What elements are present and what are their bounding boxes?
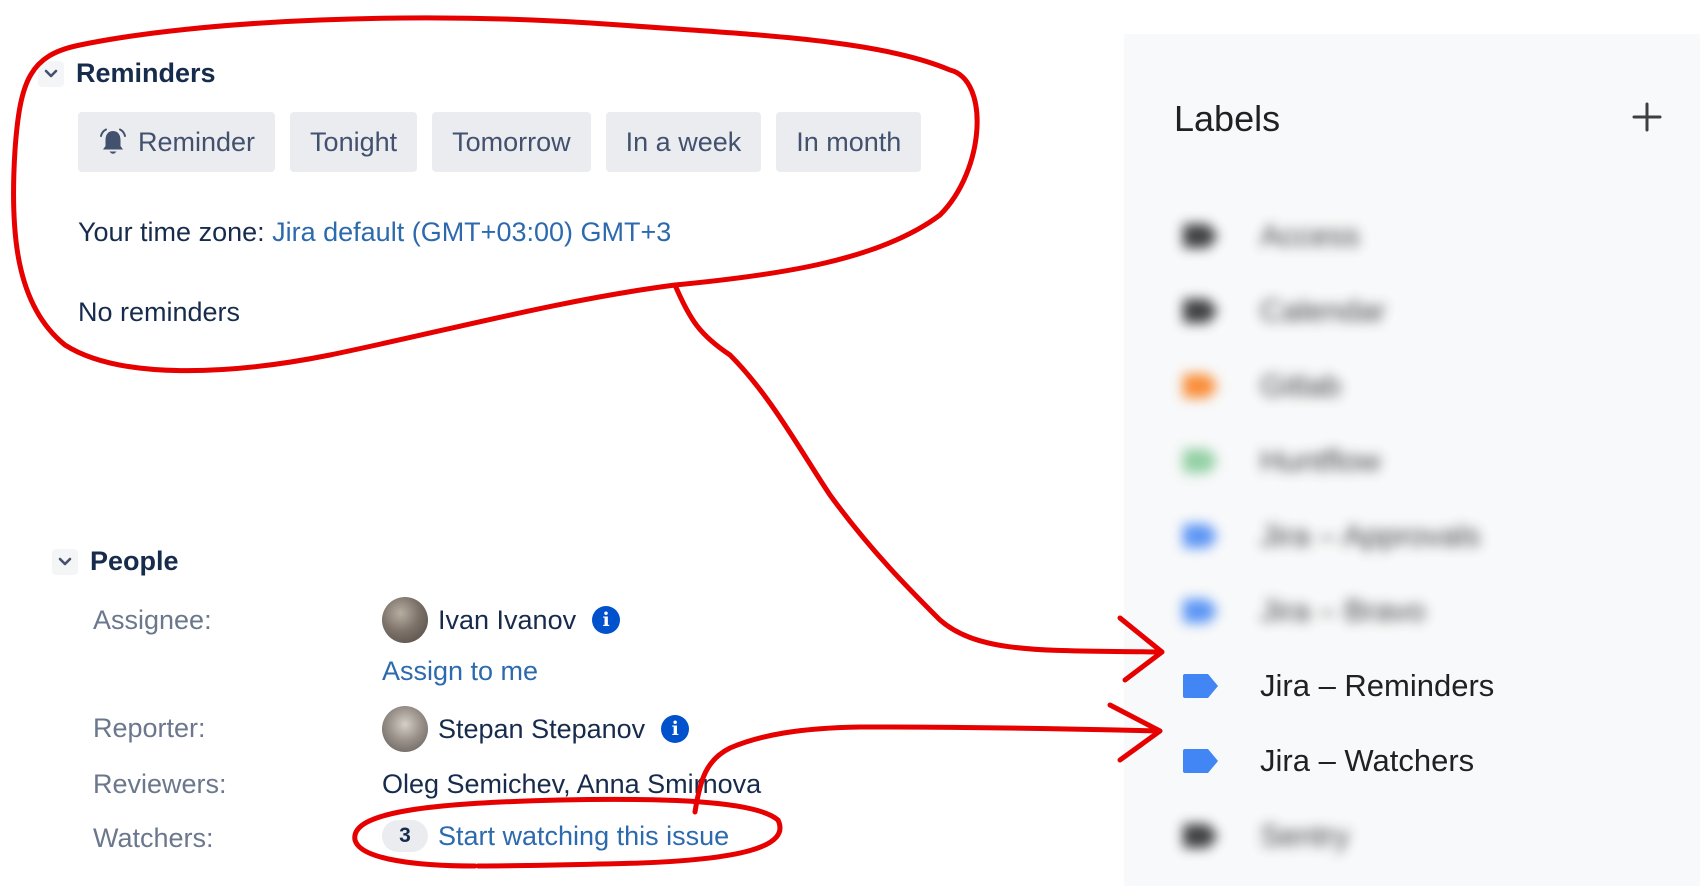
reminder-button-label: Reminder <box>138 126 256 157</box>
reviewers-label: Reviewers: <box>93 769 227 799</box>
in-a-week-button-label: In a week <box>625 126 742 157</box>
label-item[interactable]: Jira – Watchers <box>1174 731 1694 791</box>
label-tag-icon <box>1183 749 1218 773</box>
label-text: Jira – Approvals <box>1260 518 1481 553</box>
plus-icon <box>1632 102 1662 132</box>
labels-panel: Labels Access Calendar Gitlab Huntflow Jira … <box>1124 34 1700 886</box>
label-text: Calendar <box>1260 293 1386 328</box>
timezone-line: Your time zone: Jira default (GMT+03:00)… <box>78 217 671 248</box>
label-tag-icon <box>1183 674 1218 698</box>
label-tag-icon <box>1183 524 1218 548</box>
annotation-arrow-reminders <box>672 282 1163 655</box>
assignee-name[interactable]: Ivan Ivanov <box>438 605 576 636</box>
info-icon[interactable]: i <box>661 715 690 743</box>
reminders-header[interactable]: Reminders <box>38 58 216 89</box>
tonight-button-label: Tonight <box>310 126 398 157</box>
watchers-count-badge[interactable]: 3 <box>382 820 428 852</box>
assignee-avatar[interactable] <box>382 597 428 643</box>
watchers-value: 3 Start watching this issue <box>382 820 729 852</box>
in-month-button[interactable]: In month <box>776 112 922 172</box>
in-a-week-button[interactable]: In a week <box>605 112 762 172</box>
timezone-link[interactable]: Jira default (GMT+03:00) GMT+3 <box>272 217 671 247</box>
reminder-button-row: Reminder Tonight Tomorrow In a week In m… <box>78 112 922 172</box>
reporter-avatar[interactable] <box>382 706 428 752</box>
assignee-value: Ivan Ivanov i <box>382 597 621 643</box>
assignee-label: Assignee: <box>93 605 212 635</box>
label-text: Huntflow <box>1260 443 1381 478</box>
reminder-button[interactable]: Reminder <box>78 112 276 172</box>
label-item[interactable]: Sentry <box>1174 806 1694 866</box>
label-item[interactable]: Access <box>1174 206 1694 266</box>
reviewers-value: Oleg Semichev, Anna Smirnova <box>382 769 762 799</box>
label-item[interactable]: Huntflow <box>1174 431 1694 491</box>
label-tag-icon <box>1183 299 1218 323</box>
label-item[interactable]: Calendar <box>1174 281 1694 341</box>
label-tag-icon <box>1183 374 1218 398</box>
label-tag-icon <box>1183 824 1218 848</box>
people-header[interactable]: People <box>52 546 179 577</box>
add-label-button[interactable] <box>1624 94 1670 140</box>
label-text: Jira – Bravo <box>1260 593 1426 628</box>
assign-to-me-link[interactable]: Assign to me <box>382 656 538 687</box>
alarm-bell-icon <box>98 127 128 157</box>
timezone-label: Your time zone: <box>78 217 273 247</box>
label-item[interactable]: Gitlab <box>1174 356 1694 416</box>
label-text: Access <box>1260 218 1360 253</box>
start-watching-link[interactable]: Start watching this issue <box>438 821 729 852</box>
reminders-title: Reminders <box>76 58 216 88</box>
label-text: Jira – Watchers <box>1260 743 1475 778</box>
tonight-button[interactable]: Tonight <box>290 112 418 172</box>
chevron-down-icon[interactable] <box>52 548 78 575</box>
label-item[interactable]: Jira – Approvals <box>1174 506 1694 566</box>
label-tag-icon <box>1183 449 1218 473</box>
no-reminders-text: No reminders <box>78 297 241 327</box>
label-item[interactable]: Jira – Bravo <box>1174 581 1694 641</box>
tomorrow-button[interactable]: Tomorrow <box>432 112 591 172</box>
reporter-name[interactable]: Stepan Stepanov <box>438 714 645 745</box>
labels-title: Labels <box>1174 98 1281 139</box>
watchers-label: Watchers: <box>93 823 214 853</box>
label-text: Gitlab <box>1260 368 1341 403</box>
label-tag-icon <box>1183 224 1218 248</box>
label-item[interactable]: Jira – Reminders <box>1174 656 1694 716</box>
label-tag-icon <box>1183 599 1218 623</box>
label-text: Sentry <box>1260 818 1350 853</box>
label-text: Jira – Reminders <box>1260 668 1495 703</box>
annotation-arrow-watchers <box>692 724 1161 815</box>
in-month-button-label: In month <box>796 126 902 157</box>
people-title: People <box>90 546 179 576</box>
chevron-down-icon[interactable] <box>38 60 64 87</box>
tomorrow-button-label: Tomorrow <box>452 126 571 157</box>
info-icon[interactable]: i <box>592 606 621 634</box>
reporter-value: Stepan Stepanov i <box>382 706 690 752</box>
reporter-label: Reporter: <box>93 713 206 743</box>
